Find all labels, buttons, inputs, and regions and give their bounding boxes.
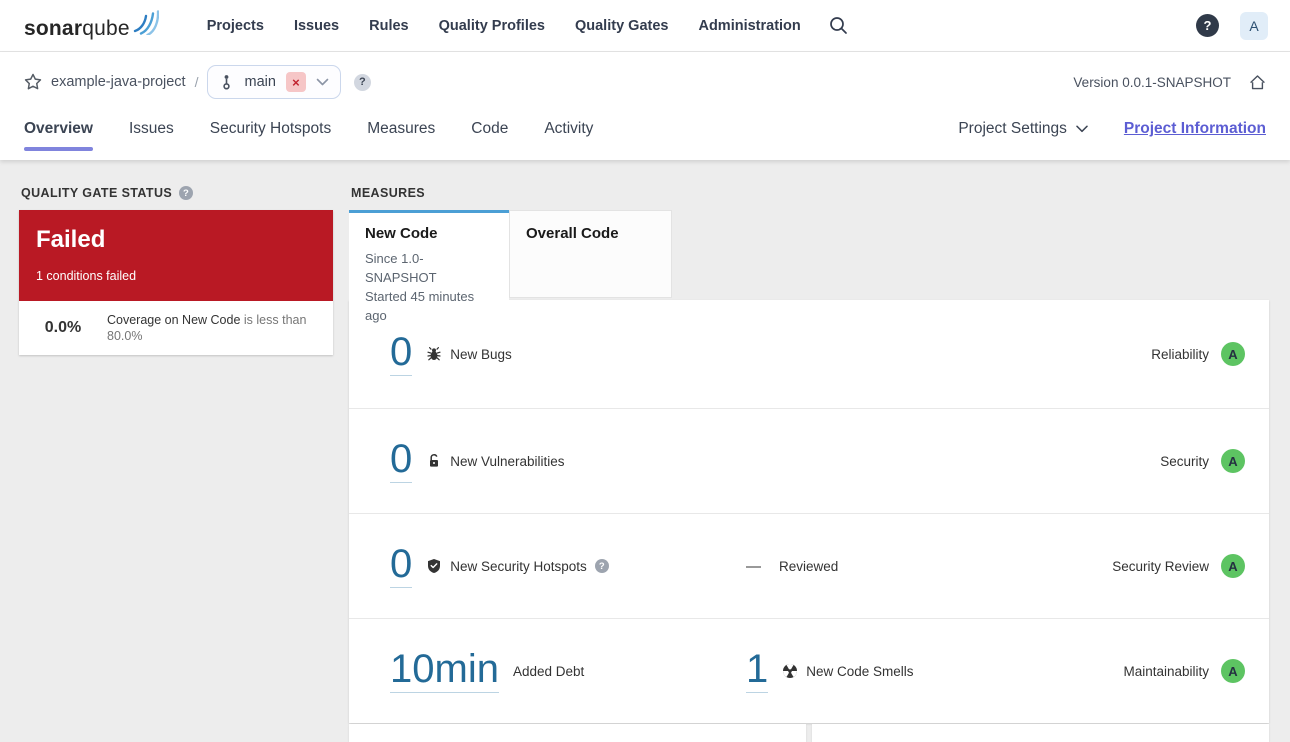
quality-gate-help-button[interactable]: ? [179,186,194,200]
topnav-item-rules[interactable]: Rules [369,18,409,34]
maintainability-rating-badge: A [1221,659,1245,683]
sonarqube-logo[interactable]: sonarqube [24,10,159,41]
home-icon [1250,74,1265,89]
new-bugs-count-link[interactable]: 0 [390,332,413,376]
chevron-down-icon [1076,125,1088,133]
quality-gate-status: Failed [36,226,106,253]
new-code-measures-card: 0 New Bugs Reliability A 0 New Vulnerabi… [349,300,1269,723]
avatar-initial: A [1249,17,1259,34]
failed-condition-row[interactable]: 0.0% Coverage on New Code is less than 8… [19,301,333,355]
added-debt-label: Added Debt [512,663,585,679]
topnav-menu: Projects Issues Rules Quality Profiles Q… [207,18,801,34]
search-button[interactable] [829,16,848,35]
branch-help-button[interactable]: ? [353,73,371,91]
reliability-rating-badge: A [1221,342,1245,366]
tab-code[interactable]: Code [471,112,508,151]
question-icon: ? [598,560,605,572]
measure-row-maintainability: 10min Added Debt 1 New Code Smells Maint… [349,618,1269,723]
measures-tab-strip: New Code Since 1.0-SNAPSHOT Started 45 m… [349,210,1269,323]
quality-gate-status-banner: Failed 1 conditions failed [19,210,333,301]
project-settings-dropdown[interactable]: Project Settings [958,120,1088,138]
new-vulnerabilities-label: New Vulnerabilities [450,453,565,469]
tab-overall-code[interactable]: Overall Code [509,210,672,298]
chevron-down-icon [316,78,329,85]
new-security-hotspots-label: New Security Hotspots [450,558,587,574]
close-icon: × [292,74,300,90]
measure-row-vulnerabilities: 0 New Vulnerabilities Security A [349,408,1269,513]
logo-text-light: qube [82,17,130,40]
new-code-tab-label: New Code [365,225,438,242]
next-measures-row [349,724,1269,742]
homepage-button[interactable] [1249,74,1266,91]
new-vulnerabilities-count-link[interactable]: 0 [390,439,413,483]
reliability-label: Reliability [1151,346,1209,362]
tab-security-hotspots[interactable]: Security Hotspots [210,112,331,151]
branch-clear-button[interactable]: × [285,72,306,92]
reviewed-percentage-dash: — [746,557,761,575]
top-navigation-bar: sonarqube Projects Issues Rules Quality … [0,0,1290,52]
coverage-box-partial [349,724,806,742]
search-icon [829,17,847,34]
shield-icon [428,559,441,573]
project-information-link[interactable]: Project Information [1124,120,1266,138]
code-smell-icon [783,664,798,678]
topnav-item-quality-gates[interactable]: Quality Gates [575,18,668,34]
added-debt-link[interactable]: 10min [390,649,499,693]
topnav-item-projects[interactable]: Projects [207,18,264,34]
security-review-rating-badge: A [1221,554,1245,578]
condition-metric-link[interactable]: Coverage on New Code [107,313,240,327]
version-label: Version 0.0.1-SNAPSHOT [1073,74,1231,90]
avatar[interactable]: A [1240,11,1268,40]
project-header: example-java-project / main × ? Version … [0,52,1290,160]
new-code-since: Since 1.0-SNAPSHOT [365,251,437,285]
lock-icon [430,454,439,467]
help-icon: ? [1203,18,1212,33]
project-tabs: Overview Issues Security Hotspots Measur… [0,112,1290,160]
tab-new-code[interactable]: New Code Since 1.0-SNAPSHOT Started 45 m… [349,210,509,323]
security-label: Security [1160,453,1209,469]
measures-panel: MEASURES New Code Since 1.0-SNAPSHOT Sta… [349,186,1269,742]
new-bugs-label: New Bugs [450,346,512,362]
branch-selector[interactable]: main × [207,65,341,99]
project-settings-label: Project Settings [958,120,1067,137]
reviewed-label: Reviewed [779,558,839,574]
logo-swoosh-icon [133,10,159,35]
topnav-item-issues[interactable]: Issues [294,18,339,34]
new-code-started: Started 45 minutes ago [365,289,475,323]
tab-activity[interactable]: Activity [544,112,593,151]
measure-row-security-hotspots: 0 New Security Hotspots ? — Reviewed Sec… [349,513,1269,618]
overview-content: QUALITY GATE STATUS ? Failed 1 condition… [0,160,1290,742]
quality-gate-conditions-count: 1 conditions failed [36,269,137,283]
condition-value: 0.0% [44,319,82,336]
tab-measures[interactable]: Measures [367,112,435,151]
maintainability-label: Maintainability [1123,663,1209,679]
new-code-smells-count-link[interactable]: 1 [746,649,769,693]
bug-icon [427,347,441,361]
tab-issues[interactable]: Issues [129,112,174,151]
security-hotspots-help-button[interactable]: ? [594,559,609,573]
favorite-star-button[interactable] [24,73,42,91]
security-review-label: Security Review [1112,558,1209,574]
quality-gate-panel: QUALITY GATE STATUS ? Failed 1 condition… [19,186,333,742]
new-security-hotspots-count-link[interactable]: 0 [390,544,413,588]
branch-name: main [244,74,276,90]
security-rating-badge: A [1221,449,1245,473]
question-icon: ? [183,187,190,199]
question-icon: ? [359,76,366,88]
tab-overview[interactable]: Overview [24,112,93,151]
topnav-item-administration[interactable]: Administration [698,18,800,34]
breadcrumb-project-name[interactable]: example-java-project [51,74,186,90]
duplications-box-partial [812,724,1269,742]
star-icon [24,73,42,90]
help-button[interactable]: ? [1196,14,1219,37]
git-branch-icon [223,75,231,90]
quality-gate-title: QUALITY GATE STATUS [21,186,173,200]
breadcrumb-separator: / [194,74,199,90]
logo-text-bold: sonar [24,17,83,40]
breadcrumb: example-java-project / main × ? Version … [0,52,1290,112]
new-code-smells-label: New Code Smells [806,663,914,679]
topnav-item-quality-profiles[interactable]: Quality Profiles [439,18,545,34]
measures-title: MEASURES [351,186,426,200]
overall-code-tab-label: Overall Code [526,225,619,242]
